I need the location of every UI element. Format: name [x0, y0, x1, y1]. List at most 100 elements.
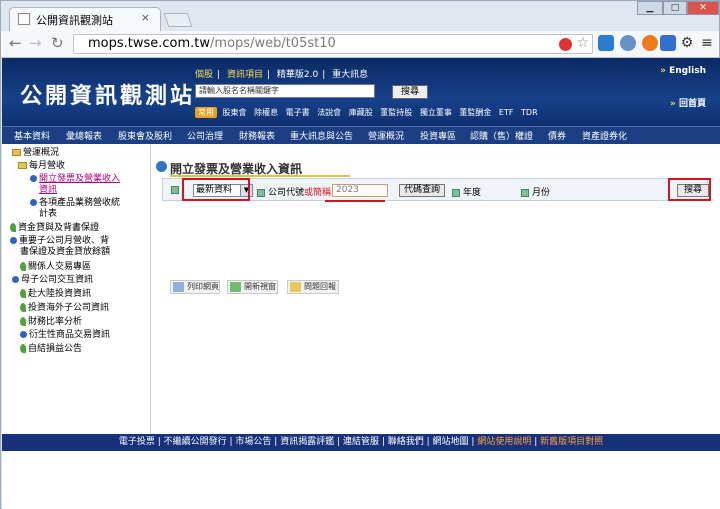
footer-link-orange[interactable]: 新舊版項目對照: [540, 437, 603, 447]
menu-item[interactable]: 資產證券化: [582, 129, 627, 142]
site-footer: 電子投票 | 不繼續公開發行 | 市場公告 | 資訊揭露評鑑 | 連結管服 | …: [2, 434, 720, 451]
menu-item[interactable]: 債券: [548, 129, 566, 142]
menu-icon[interactable]: ≡: [699, 35, 715, 51]
sidebar-item-subsidiary-cont[interactable]: 書保證及資金貸放餘額: [20, 247, 110, 258]
sidebar-item-invoice[interactable]: 開立發票及營業收入: [30, 174, 120, 185]
address-bar[interactable]: mops.twse.com.tw/mops/web/t05st10 ☆: [73, 34, 593, 54]
menu-item[interactable]: 投資專區: [420, 129, 456, 142]
common-link[interactable]: 董監酬金: [459, 108, 491, 117]
menu-item[interactable]: 重大訊息與公告: [290, 129, 353, 142]
sidebar: 營運概況 每月營收 開立發票及營業收入 資訊 各項產品業務營收統 計表 資金貸與…: [2, 144, 151, 439]
common-badge: 常用: [195, 107, 217, 118]
new-tab-button[interactable]: [163, 13, 193, 27]
top-link-news[interactable]: 重大訊息: [332, 70, 368, 80]
new-window-button[interactable]: 開新視窗: [227, 280, 278, 294]
adblock-icon[interactable]: [559, 38, 572, 51]
sidebar-item-overseas[interactable]: 投資海外子公司資訊: [20, 303, 109, 314]
go-marker-icon: [171, 185, 182, 195]
double-chevron-icon: »: [660, 66, 666, 76]
top-link-lite[interactable]: 精華版2.0: [277, 70, 318, 80]
common-link[interactable]: 電子書: [286, 108, 310, 117]
tab-strip: 公開資訊觀測站 × ▁ □ ✕: [1, 1, 719, 31]
footer-link-orange[interactable]: 網站使用說明: [477, 437, 531, 447]
common-links: 常用 股東會 除權息 電子書 法說會 庫藏股 董監持股 獨立董事 董監酬金 ET…: [195, 107, 543, 118]
extension-icon-3[interactable]: [642, 35, 658, 51]
menu-item[interactable]: 彙總報表: [66, 129, 102, 142]
highlight-select-box: [182, 178, 250, 201]
sidebar-item-loans[interactable]: 資金貸與及背書保證: [10, 223, 99, 234]
browser-tab[interactable]: 公開資訊觀測站 ×: [9, 7, 161, 31]
sidebar-item-china[interactable]: 赴大陸投資資訊: [20, 289, 91, 300]
menu-item[interactable]: 財務報表: [239, 129, 275, 142]
main-menu: 基本資料 彙總報表 股東會及股利 公司治理 財務報表 重大訊息與公告 營運概況 …: [2, 126, 720, 144]
bullet-icon: [30, 199, 37, 206]
year-label: 年度: [452, 185, 481, 198]
maximize-button[interactable]: □: [663, 1, 687, 15]
forward-icon[interactable]: →: [29, 34, 42, 52]
footer-link[interactable]: 聯絡我們: [388, 437, 424, 447]
sidebar-root[interactable]: 營運概況: [12, 148, 59, 159]
menu-item[interactable]: 基本資料: [14, 129, 50, 142]
common-link[interactable]: 獨立董事: [420, 108, 452, 117]
bookmark-star-icon[interactable]: ☆: [576, 35, 589, 51]
common-link[interactable]: 股東會: [223, 108, 247, 117]
reload-icon[interactable]: ↻: [51, 34, 64, 52]
minimize-button[interactable]: ▁: [637, 1, 663, 15]
bullet-icon: [20, 331, 27, 338]
print-page-button[interactable]: 列印網頁: [170, 280, 220, 294]
bullet-icon: [10, 237, 17, 244]
menu-item[interactable]: 股東會及股利: [118, 129, 172, 142]
close-window-button[interactable]: ✕: [687, 1, 719, 15]
footer-link[interactable]: 不繼續公開發行: [164, 437, 227, 447]
footer-link[interactable]: 資訊揭露評鑑: [280, 437, 334, 447]
sidebar-item-products[interactable]: 各項產品業務營收統: [30, 198, 120, 209]
report-issue-button[interactable]: 問題回報: [287, 280, 339, 294]
sidebar-item-derivatives[interactable]: 衍生性商品交易資訊: [20, 330, 110, 341]
close-tab-icon[interactable]: ×: [141, 11, 150, 24]
sidebar-item-ratio[interactable]: 財務比率分析: [20, 317, 82, 328]
translate-icon[interactable]: [660, 35, 676, 51]
sidebar-item-parent[interactable]: 母子公司交互資訊: [12, 275, 93, 286]
site-search-button[interactable]: 搜尋: [392, 85, 428, 99]
top-link-stock[interactable]: 個股: [195, 70, 213, 80]
common-link[interactable]: 董監持股: [380, 108, 412, 117]
sidebar-item-subsidiary[interactable]: 重要子公司月營收、背: [10, 236, 109, 247]
mail-icon: [290, 282, 301, 292]
sidebar-item-monthly[interactable]: 每月營收: [18, 161, 65, 172]
highlight-input-underline: [325, 200, 385, 202]
leaf-icon: [10, 223, 16, 232]
folder-icon: [12, 149, 21, 156]
sidebar-item-products-cont[interactable]: 計表: [39, 209, 57, 220]
common-link[interactable]: 除權息: [254, 108, 278, 117]
window-icon: [230, 282, 241, 292]
site-search-input[interactable]: 請輸入股名名稱關鍵字: [195, 84, 375, 98]
extension-icon-2[interactable]: [620, 35, 636, 51]
sidebar-item-selfpl[interactable]: 自結損益公告: [20, 344, 82, 355]
footer-link[interactable]: 連結管服: [343, 437, 379, 447]
home-link[interactable]: » 回首頁: [670, 96, 706, 109]
code-query-button[interactable]: 代碼查詢: [399, 184, 445, 197]
common-link[interactable]: 法說會: [317, 108, 341, 117]
extension-icon-1[interactable]: [598, 35, 614, 51]
sidebar-item-related[interactable]: 關係人交易專區: [20, 262, 91, 273]
menu-item[interactable]: 公司治理: [187, 129, 223, 142]
menu-item[interactable]: 營運概況: [368, 129, 404, 142]
footer-link[interactable]: 市場公告: [235, 437, 271, 447]
url-path: /mops/web/t05st10: [210, 36, 336, 51]
english-link[interactable]: » English: [660, 66, 706, 76]
footer-link[interactable]: 電子投票: [119, 437, 155, 447]
company-code-input[interactable]: 2023: [332, 184, 388, 197]
menu-item[interactable]: 認購（售）權證: [470, 129, 533, 142]
top-link-info[interactable]: 資訊項目: [227, 70, 263, 80]
footer-link[interactable]: 網站地圖: [433, 437, 469, 447]
common-link[interactable]: 庫藏股: [349, 108, 373, 117]
site-header: 公開資訊觀測站 個股 | 資訊項目 | 精華版2.0 | 重大訊息 請輸入股名名稱關鍵…: [2, 58, 720, 126]
company-code-label: 公司代號或簡稱: [257, 185, 331, 198]
sidebar-item-invoice-cont[interactable]: 資訊: [39, 185, 57, 196]
common-link[interactable]: ETF: [499, 108, 514, 117]
site-logo[interactable]: 公開資訊觀測站: [20, 78, 195, 110]
settings-gear-icon[interactable]: ⚙: [679, 35, 695, 51]
folder-icon: [18, 162, 27, 169]
common-link[interactable]: TDR: [521, 108, 538, 117]
back-icon[interactable]: ←: [9, 34, 22, 52]
